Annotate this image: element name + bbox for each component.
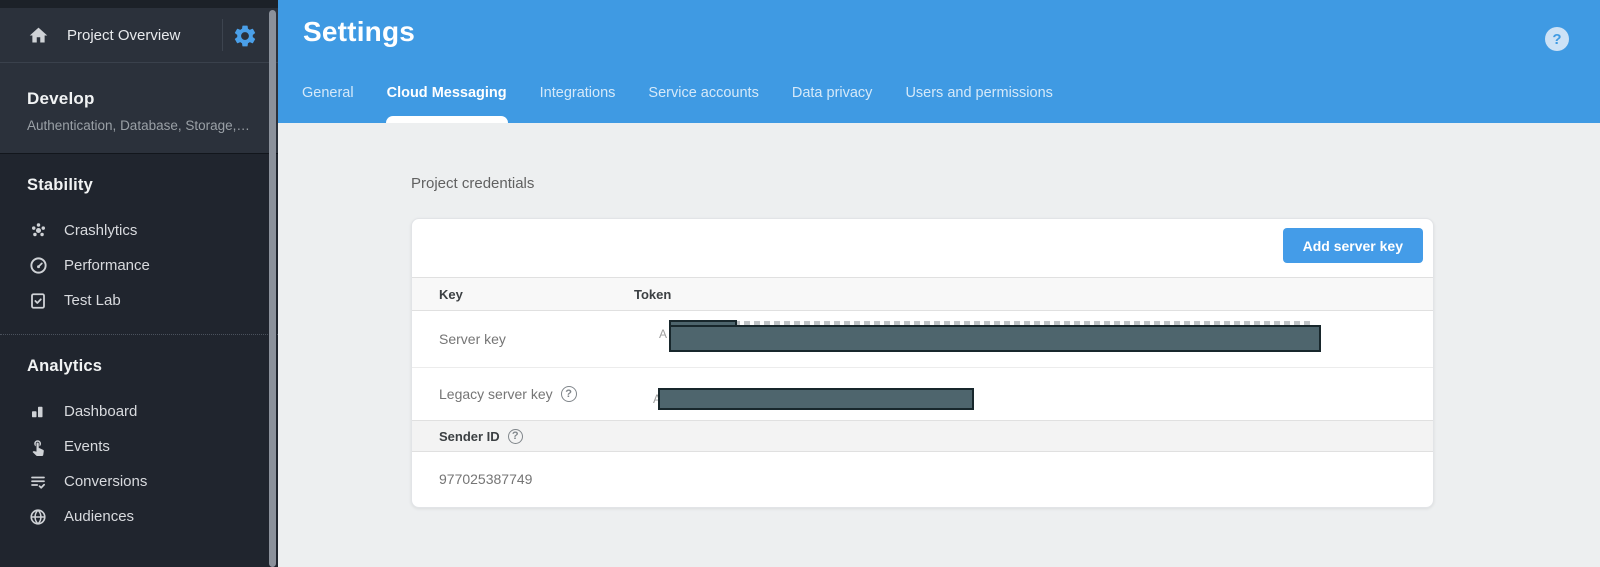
card-toolbar: Add server key	[412, 219, 1433, 277]
sidebar-item-conversions[interactable]: Conversions	[0, 464, 278, 499]
conversions-icon	[28, 472, 48, 492]
table-row-sender-id: Sender ID ?	[412, 420, 1433, 452]
table-header-row: Key Token	[412, 277, 1433, 311]
legacy-server-key-help-icon[interactable]: ?	[561, 386, 577, 402]
crashlytics-icon	[28, 221, 48, 241]
sidebar-item-label: Dashboard	[64, 403, 137, 420]
token-redaction	[658, 388, 974, 410]
events-icon	[28, 437, 48, 457]
gear-icon[interactable]	[232, 23, 258, 49]
sidebar-item-label: Events	[64, 438, 110, 455]
sender-id-value: 977025387749	[412, 471, 532, 487]
develop-heading: Develop	[27, 89, 254, 109]
audiences-icon	[28, 507, 48, 527]
sender-id-help-icon[interactable]: ?	[508, 429, 523, 444]
dashboard-icon	[28, 402, 48, 422]
table-row-sender-id-value: 977025387749	[412, 452, 1433, 506]
tab-integrations[interactable]: Integrations	[540, 85, 616, 123]
sidebar-item-label: Test Lab	[64, 292, 121, 309]
add-server-key-button[interactable]: Add server key	[1283, 228, 1423, 263]
row-label: Server key	[412, 331, 634, 347]
help-icon[interactable]: ?	[1545, 27, 1569, 51]
home-icon	[28, 25, 49, 46]
performance-icon	[28, 256, 48, 276]
sidebar-item-label: Crashlytics	[64, 222, 137, 239]
test-lab-icon	[28, 291, 48, 311]
project-overview-label: Project Overview	[67, 27, 180, 44]
sidebar-item-dashboard[interactable]: Dashboard	[0, 394, 278, 429]
tab-service-accounts[interactable]: Service accounts	[648, 85, 758, 123]
sidebar-item-label: Performance	[64, 257, 150, 274]
sidebar-item-audiences[interactable]: Audiences	[0, 499, 278, 534]
tab-bar: General Cloud Messaging Integrations Ser…	[302, 85, 1086, 123]
page-title: Settings	[303, 16, 415, 48]
page-header: Settings ? General Cloud Messaging Integ…	[278, 0, 1600, 123]
sidebar: Project Overview Develop Authentication,…	[0, 0, 278, 567]
project-credentials-card: Add server key Key Token Server key A Le…	[411, 218, 1434, 508]
tab-cloud-messaging[interactable]: Cloud Messaging	[387, 85, 507, 123]
sidebar-section-develop[interactable]: Develop Authentication, Database, Storag…	[0, 63, 278, 153]
tab-general[interactable]: General	[302, 85, 354, 123]
section-title: Project credentials	[411, 175, 534, 192]
sidebar-upper-panel: Project Overview Develop Authentication,…	[0, 8, 278, 154]
sidebar-section-analytics: Analytics Dashboard Events	[0, 335, 278, 534]
sidebar-scrollbar[interactable]	[269, 10, 276, 567]
token-redaction	[669, 325, 1321, 352]
sidebar-header-divider	[222, 19, 223, 51]
sidebar-item-events[interactable]: Events	[0, 429, 278, 464]
column-header-key: Key	[412, 287, 634, 302]
analytics-heading: Analytics	[0, 357, 278, 376]
table-row-legacy-server-key: Legacy server key ? A	[412, 367, 1433, 420]
sidebar-item-test-lab[interactable]: Test Lab	[0, 283, 278, 318]
main-area: Settings ? General Cloud Messaging Integ…	[278, 0, 1600, 567]
row-label: Sender ID ?	[412, 429, 634, 444]
content-area: Project credentials Add server key Key T…	[278, 123, 1600, 567]
tab-users-and-permissions[interactable]: Users and permissions	[905, 85, 1052, 123]
token-fragment: A	[659, 327, 667, 341]
stability-heading: Stability	[0, 176, 278, 195]
tab-data-privacy[interactable]: Data privacy	[792, 85, 873, 123]
sidebar-item-performance[interactable]: Performance	[0, 248, 278, 283]
sidebar-item-label: Conversions	[64, 473, 147, 490]
sidebar-section-stability: Stability Crashlytics	[0, 154, 278, 318]
sidebar-item-label: Audiences	[64, 508, 134, 525]
table-row-server-key: Server key A	[412, 311, 1433, 367]
project-overview-row[interactable]: Project Overview	[0, 8, 278, 62]
sidebar-item-crashlytics[interactable]: Crashlytics	[0, 213, 278, 248]
row-label: Legacy server key ?	[412, 386, 634, 402]
column-header-token: Token	[634, 287, 671, 302]
develop-subtitle: Authentication, Database, Storage,…	[27, 118, 254, 133]
sidebar-top-strip	[0, 0, 278, 8]
